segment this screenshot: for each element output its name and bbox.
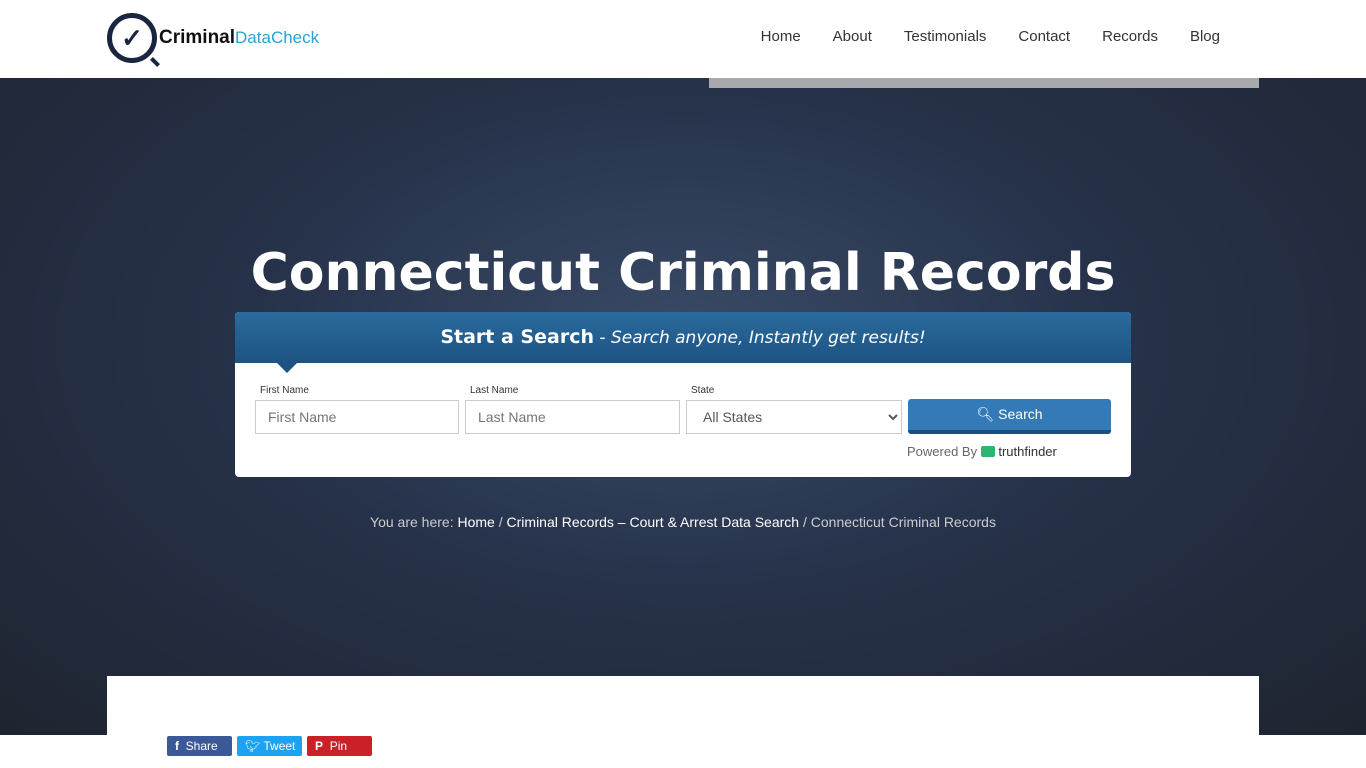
state-group: State All States xyxy=(686,385,902,434)
site-header: ✓ CriminalDataCheck Home About Testimoni… xyxy=(0,0,1366,78)
breadcrumb: You are here: Home / Criminal Records – … xyxy=(0,514,1366,530)
pinterest-pin-label: Pin xyxy=(329,739,348,753)
search-button[interactable]: 🔍︎ Search xyxy=(908,399,1111,434)
powered-by: Powered By truthfinder xyxy=(907,444,1057,459)
nav-home[interactable]: Home xyxy=(761,28,801,45)
search-box: Start a Search - Search anyone, Instantl… xyxy=(235,312,1131,477)
nav-testimonials[interactable]: Testimonials xyxy=(904,28,987,45)
hero-section: Connecticut Criminal Records Start a Sea… xyxy=(0,78,1366,735)
search-button-label: Search xyxy=(998,406,1043,422)
nav-blog[interactable]: Blog xyxy=(1190,28,1220,45)
twitter-icon: 🐦︎ xyxy=(245,739,261,753)
logo[interactable]: ✓ CriminalDataCheck xyxy=(107,13,319,63)
pinterest-pin-button[interactable]: P Pin xyxy=(307,736,372,756)
breadcrumb-separator: / xyxy=(799,514,811,530)
truthfinder-logo-icon xyxy=(980,446,995,457)
state-select[interactable]: All States xyxy=(686,400,902,434)
page-title: Connecticut Criminal Records xyxy=(250,243,1116,303)
logo-text-bold: Criminal xyxy=(159,27,236,48)
hero-bar xyxy=(709,78,1259,88)
state-label: State xyxy=(691,385,715,396)
twitter-tweet-button[interactable]: 🐦︎ Tweet xyxy=(237,736,302,756)
breadcrumb-prefix: You are here: xyxy=(370,514,458,530)
share-buttons: f Share 🐦︎ Tweet P Pin xyxy=(167,736,372,756)
breadcrumb-criminal-records[interactable]: Criminal Records – Court & Arrest Data S… xyxy=(507,514,800,530)
nav-about[interactable]: About xyxy=(833,28,872,45)
twitter-tweet-label: Tweet xyxy=(263,739,296,753)
last-name-input[interactable] xyxy=(465,400,680,434)
breadcrumb-home[interactable]: Home xyxy=(458,514,495,530)
main-nav: Home About Testimonials Contact Records … xyxy=(761,28,1220,45)
first-name-input[interactable] xyxy=(255,400,459,434)
breadcrumb-current: Connecticut Criminal Records xyxy=(810,514,996,530)
pinterest-icon: P xyxy=(315,739,324,753)
first-name-group: First Name xyxy=(255,385,459,434)
logo-text-light: DataCheck xyxy=(235,28,320,47)
first-name-label: First Name xyxy=(260,385,309,396)
facebook-icon: f xyxy=(175,739,179,753)
nav-records[interactable]: Records xyxy=(1102,28,1158,45)
last-name-group: Last Name xyxy=(465,385,680,434)
search-tagline: - Search anyone, Instantly get results! xyxy=(594,328,926,348)
search-box-header: Start a Search - Search anyone, Instantl… xyxy=(235,312,1131,373)
search-heading: Start a Search xyxy=(440,326,594,348)
facebook-share-label: Share xyxy=(185,739,218,753)
last-name-label: Last Name xyxy=(470,385,519,396)
truthfinder-brand: truthfinder xyxy=(998,444,1057,459)
search-icon: 🔍︎ xyxy=(976,406,995,422)
facebook-share-button[interactable]: f Share xyxy=(167,736,232,756)
content-area: f Share 🐦︎ Tweet P Pin xyxy=(107,676,1259,768)
powered-by-label: Powered By xyxy=(907,444,981,459)
breadcrumb-separator: / xyxy=(494,514,507,530)
nav-contact[interactable]: Contact xyxy=(1018,28,1070,45)
logo-check-icon: ✓ xyxy=(107,13,157,63)
